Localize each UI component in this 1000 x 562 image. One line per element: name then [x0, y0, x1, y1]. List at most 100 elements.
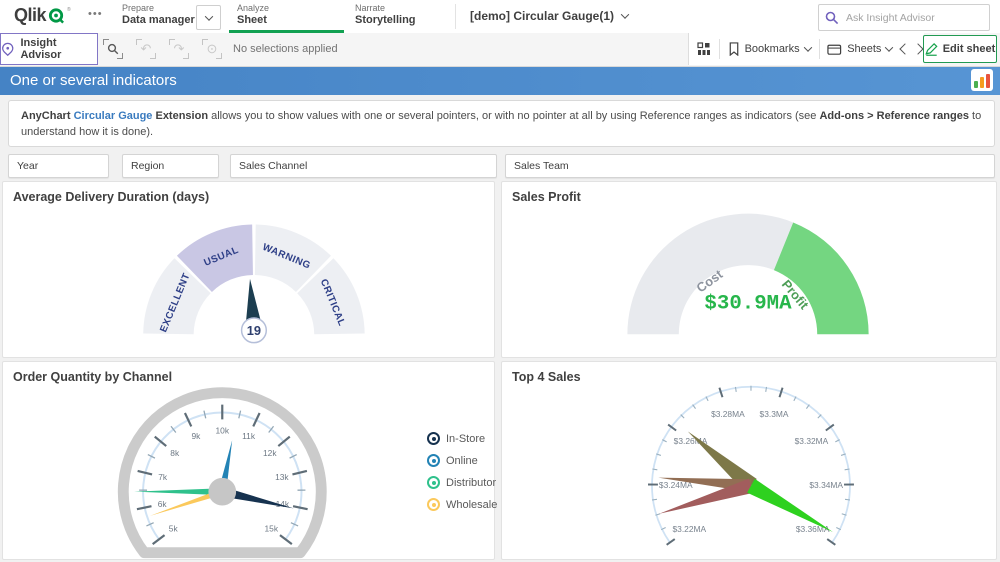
sheet-description: AnyChart Circular Gauge Extension allows…: [8, 100, 995, 147]
search-icon: [825, 11, 839, 25]
bar-chart-icon[interactable]: [971, 69, 993, 91]
clear-selections-icon[interactable]: ⊙: [202, 39, 222, 59]
legend-label: Wholesale: [446, 499, 497, 511]
smart-search-icon[interactable]: [103, 39, 123, 59]
sector-gauge-svg: EXCELLENTUSUALWARNINGCRITICAL19: [3, 182, 494, 357]
no-selections-label: No selections applied: [233, 43, 338, 55]
range-gauge-svg: CostProfit$30.9MA: [502, 182, 996, 357]
registered-mark: ®: [67, 7, 71, 13]
toolbar-right-zone: Bookmarks Sheets: [688, 33, 924, 65]
svg-text:8k: 8k: [170, 448, 180, 458]
svg-text:$3.28MA: $3.28MA: [711, 409, 745, 419]
top4-sales-gauge[interactable]: $3.22MA$3.24MA$3.26MA$3.28MA$3.3MA$3.32M…: [502, 362, 996, 559]
chevron-down-icon: [204, 12, 212, 20]
toolbar-divider: [719, 39, 720, 59]
edit-sheet-button[interactable]: Edit sheet: [923, 35, 997, 63]
chevron-down-icon: [885, 43, 893, 51]
description-text: Extension: [152, 110, 208, 122]
tab-analyze[interactable]: Analyze Sheet: [237, 3, 269, 27]
svg-text:9k: 9k: [191, 431, 201, 441]
app-objects-button[interactable]: [697, 42, 711, 56]
svg-text:15k: 15k: [264, 524, 278, 534]
qlik-logo[interactable]: Qlik ®: [14, 5, 71, 26]
global-menu-button[interactable]: •••: [88, 8, 103, 20]
svg-text:$3.36MA: $3.36MA: [796, 524, 830, 534]
delivery-duration-gauge[interactable]: EXCELLENTUSUALWARNINGCRITICAL19: [3, 182, 494, 357]
toolbar-divider: [819, 39, 820, 59]
bar-green: [974, 81, 978, 88]
bookmarks-menu[interactable]: Bookmarks: [728, 42, 811, 56]
legend-item-in-store[interactable]: In-Store: [427, 432, 497, 445]
svg-text:11k: 11k: [242, 431, 256, 441]
chevron-right-icon: [912, 43, 923, 54]
filter-sales-channel[interactable]: Sales Channel: [230, 154, 497, 178]
svg-text:12k: 12k: [263, 448, 277, 458]
app-objects-grid-icon: [697, 42, 711, 56]
legend-swatch-icon: [427, 454, 440, 467]
search-input[interactable]: [844, 11, 968, 25]
order-quantity-gauge[interactable]: 5k6k7k8k9k10k11k12k13k14k15k: [3, 362, 494, 559]
chevron-left-icon: [899, 43, 910, 54]
panel-order-quantity: Order Quantity by Channel 5k6k7k8k9k10k1…: [2, 361, 495, 560]
panel-title: Order Quantity by Channel: [13, 370, 172, 384]
sales-profit-gauge[interactable]: CostProfit$30.9MA: [502, 182, 996, 357]
legend-item-online[interactable]: Online: [427, 454, 497, 467]
filter-year[interactable]: Year: [8, 154, 109, 178]
speedometer-svg: 5k6k7k8k9k10k11k12k13k14k15k: [3, 362, 494, 559]
app-title-text: [demo] Circular Gauge(1): [470, 9, 614, 23]
legend-label: Online: [446, 455, 478, 467]
svg-text:$30.9MA: $30.9MA: [704, 293, 792, 316]
legend-label: In-Store: [446, 433, 485, 445]
qlik-q-icon: [48, 7, 65, 24]
sheet-icon: [827, 43, 842, 56]
topbar-divider: [455, 4, 456, 29]
selections-toolbar: Insight Advisor ↶ ↷ ⊙ No selections appl…: [0, 33, 1000, 67]
svg-text:10k: 10k: [215, 425, 229, 435]
panel-title: Average Delivery Duration (days): [13, 190, 209, 204]
bar-red: [986, 74, 990, 88]
legend-label: Distributor: [446, 477, 496, 489]
sheet-title-bar: One or several indicators: [0, 66, 1000, 95]
description-text: allows you to show values with one or se…: [208, 110, 819, 122]
svg-text:$3.22MA: $3.22MA: [672, 524, 706, 534]
previous-sheet-button[interactable]: [898, 38, 911, 60]
panel-title: Sales Profit: [512, 190, 581, 204]
description-text: Add-ons > Reference ranges: [819, 110, 968, 122]
pencil-icon: [925, 42, 938, 56]
svg-text:$3.3MA: $3.3MA: [760, 409, 789, 419]
svg-text:5k: 5k: [169, 524, 179, 534]
top-navigation-bar: Qlik ® ••• Prepare Data manager Analyze …: [0, 0, 1000, 34]
multi-needle-svg: $3.22MA$3.24MA$3.26MA$3.28MA$3.3MA$3.32M…: [502, 362, 996, 559]
filter-sales-team[interactable]: Sales Team: [505, 154, 995, 178]
svg-text:13k: 13k: [275, 472, 289, 482]
chevron-down-icon: [803, 43, 811, 51]
bookmark-icon: [728, 42, 740, 56]
legend-swatch-icon: [427, 432, 440, 445]
tab-narrate[interactable]: Narrate Storytelling: [355, 3, 416, 27]
legend-item-distributor[interactable]: Distributor: [427, 476, 497, 489]
channel-legend: In-Store Online Distributor Wholesale: [427, 432, 497, 511]
redo-selection-icon[interactable]: ↷: [169, 39, 189, 59]
svg-text:6k: 6k: [158, 499, 168, 509]
filter-region[interactable]: Region: [122, 154, 219, 178]
legend-swatch-icon: [427, 476, 440, 489]
sheets-menu[interactable]: Sheets: [827, 43, 892, 56]
description-link[interactable]: Circular Gauge: [74, 110, 153, 122]
insight-advisor-button[interactable]: Insight Advisor: [0, 33, 98, 65]
sheet-title: One or several indicators: [0, 72, 177, 89]
svg-text:$3.34MA: $3.34MA: [809, 480, 843, 490]
undo-selection-icon[interactable]: ↶: [136, 39, 156, 59]
insight-advisor-search[interactable]: [818, 4, 990, 31]
legend-swatch-icon: [427, 498, 440, 511]
tab-prepare[interactable]: Prepare Data manager: [122, 3, 195, 27]
description-text: AnyChart: [21, 110, 74, 122]
svg-text:$3.32MA: $3.32MA: [795, 436, 829, 446]
insight-advisor-icon: [1, 42, 14, 57]
panel-top4-sales: Top 4 Sales $3.22MA$3.24MA$3.26MA$3.28MA…: [501, 361, 997, 560]
prepare-dropdown-button[interactable]: [196, 5, 221, 30]
legend-item-wholesale[interactable]: Wholesale: [427, 498, 497, 511]
qlik-logo-text: Qlik: [14, 5, 46, 26]
app-title-menu[interactable]: [demo] Circular Gauge(1): [470, 9, 628, 23]
panel-sales-profit: Sales Profit CostProfit$30.9MA: [501, 181, 997, 358]
panel-title: Top 4 Sales: [512, 370, 581, 384]
